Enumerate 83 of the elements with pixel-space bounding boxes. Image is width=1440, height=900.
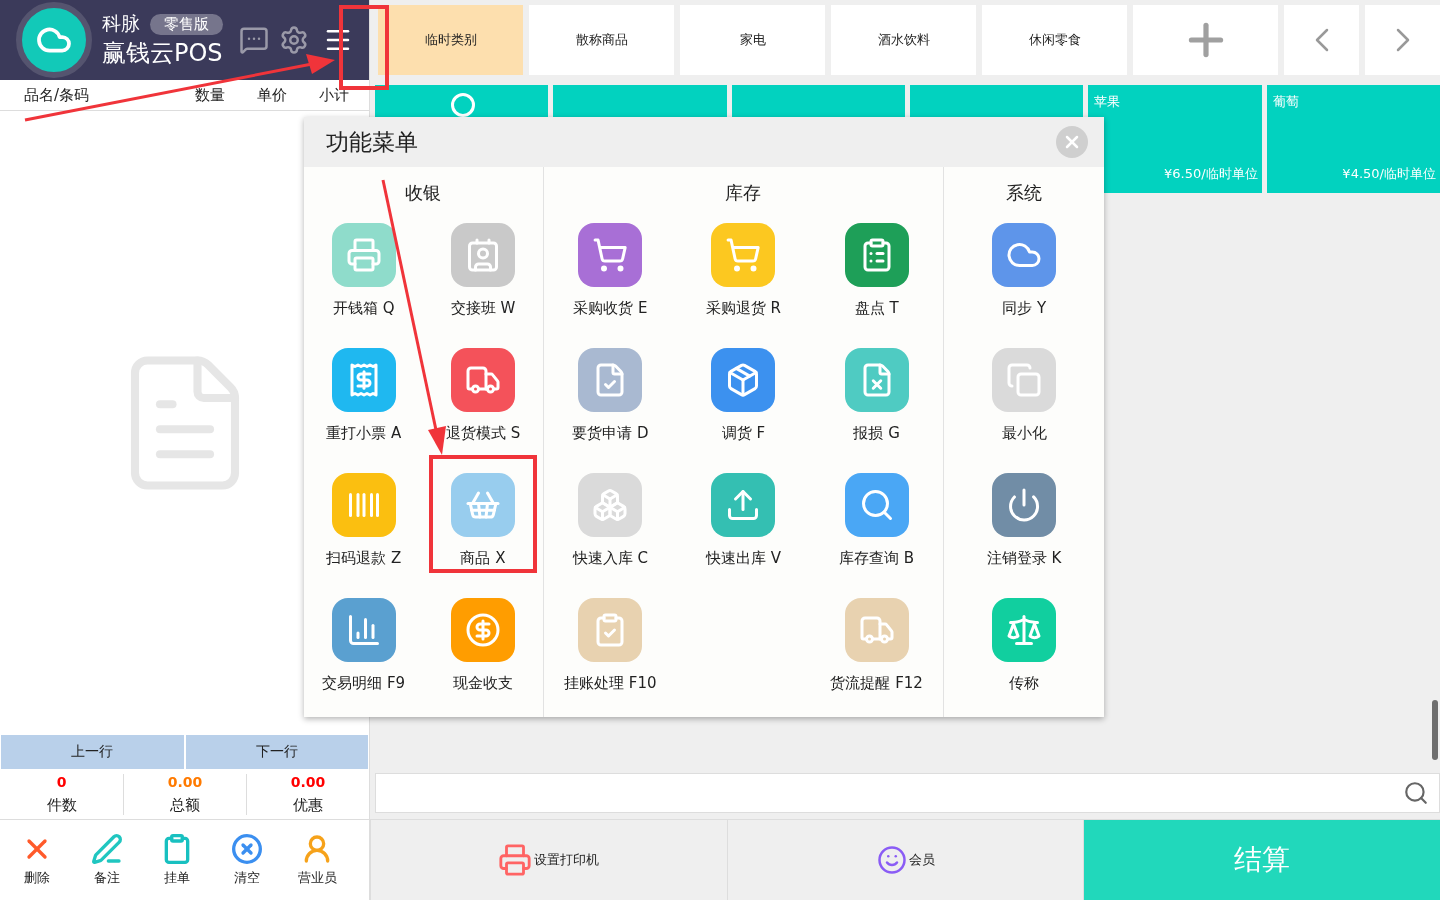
product-name: 苹果 [1094,93,1122,111]
menu-item[interactable]: 开钱箱 Q [309,205,418,323]
row-nav-button[interactable]: 下一行 [185,735,368,769]
category-tab[interactable]: 临时类别 [378,5,523,75]
magnifier-icon [844,473,909,537]
category-tab[interactable]: 散称商品 [529,5,674,75]
column-header: 单价 [257,85,288,105]
close-button[interactable] [1056,126,1088,158]
shopping-cart-icon [578,223,643,287]
basket-icon [451,473,515,537]
search-field[interactable] [375,773,1440,813]
clipboard-check-icon [578,598,643,662]
cloud-icon [992,223,1057,287]
toolbar-button[interactable]: 营业员 [288,833,346,887]
settings-icon[interactable] [279,25,309,55]
receipt-icon [331,348,396,412]
product-price: ¥4.50/临时单位 [1341,165,1436,183]
barcode-icon [331,473,396,537]
scale-icon [992,598,1057,662]
section-title: 系统 [1005,181,1044,205]
menu-item[interactable]: 库存查询 B [822,455,931,573]
product-price: ¥6.50/临时单位 [1163,165,1258,183]
toolbar-button[interactable]: 备注 [78,833,136,887]
menu-item[interactable]: 商品 X [429,455,537,573]
menu-item[interactable]: 扫码退款 Z [309,455,418,573]
menu-item[interactable]: 退货模式 S [429,330,537,448]
total-value: 0.00 [290,773,326,790]
dialog-title: 功能菜单 [326,127,418,157]
toolbar-button[interactable]: 清空 [218,833,276,887]
search-icon [1403,780,1429,806]
menu-item[interactable]: 同步 Y [970,205,1079,323]
printer-icon [498,843,533,877]
category-tab[interactable]: 酒水饮料 [831,5,976,75]
menu-item[interactable]: 采购退货 R [689,205,798,323]
total-label: 优惠 [293,795,323,815]
toolbar-button[interactable]: 删除 [8,833,66,887]
clipboard-icon [844,223,909,287]
previous-button[interactable] [1284,5,1359,75]
scrollbar-thumb[interactable] [1432,700,1438,760]
menu-item[interactable]: 快速出库 V [689,455,798,573]
smiley-icon [876,845,907,875]
total-label: 总额 [170,795,200,815]
menu-item[interactable]: 最小化 [970,330,1079,448]
brand-name: 科脉 [102,11,140,36]
menu-item[interactable]: 交接班 W [429,205,537,323]
category-tab[interactable]: 家电 [680,5,825,75]
total-value: 0 [56,773,67,790]
menu-item[interactable]: 货流提醒 F12 [822,580,931,698]
power-icon [992,473,1057,537]
toolbar-button[interactable]: 挂单 [148,833,206,887]
product-name: 葡萄 [1272,93,1300,111]
truck-icon [844,598,909,662]
menu-item[interactable]: 交易明细 F9 [309,580,418,698]
circle-icon [450,93,475,117]
menu-item[interactable]: 重打小票 A [309,330,418,448]
next-button[interactable] [1365,5,1440,75]
column-header: 数量 [195,85,226,105]
product-name: 赢钱云POS [102,38,224,69]
menu-item[interactable]: 挂账处理 F10 [556,580,665,698]
menu-item[interactable]: 现金收支 [429,580,537,698]
menu-item[interactable]: 快速入库 C [556,455,665,573]
document-check-icon [578,348,643,412]
section-title: 库存 [724,181,763,205]
menu-item[interactable]: 要货申请 D [556,330,665,448]
edition-badge: 零售版 [150,13,223,35]
add-button[interactable] [1133,5,1278,75]
category-tab[interactable]: 休闲零食 [982,5,1127,75]
menu-item[interactable]: 调货 F [689,330,798,448]
pen-icon [91,833,123,865]
circle-x-icon [231,833,263,865]
total-label: 件数 [46,795,77,815]
menu-item[interactable]: 采购收货 E [556,205,665,323]
message-icon[interactable] [239,25,269,55]
column-header: 品名/条码 [24,85,91,105]
menu-item[interactable]: 传称 [970,580,1079,698]
id-card-icon [451,223,515,287]
row-nav-button[interactable]: 上一行 [1,735,184,769]
menu-item[interactable]: 盘点 T [822,205,931,323]
document-x-icon [844,348,909,412]
menu-item[interactable]: 注销登录 K [970,455,1079,573]
menu-item[interactable]: 报损 G [822,330,931,448]
section-title: 收银 [404,181,443,205]
total-value: 0.00 [167,773,203,790]
